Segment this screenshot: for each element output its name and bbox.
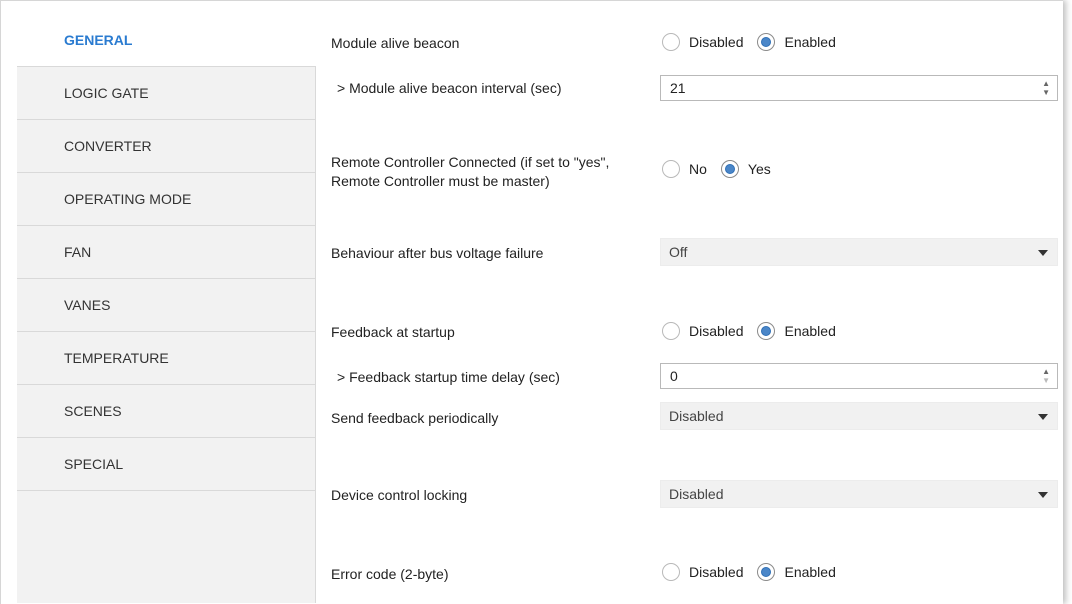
error-code-enabled-radio[interactable]: Enabled	[757, 563, 836, 581]
radio-unchecked-icon	[662, 33, 680, 51]
radio-checked-icon	[757, 322, 776, 340]
chevron-down-icon	[1038, 414, 1048, 420]
module-alive-beacon-interval-label: > Module alive beacon interval (sec)	[337, 80, 562, 96]
radio-checked-icon	[757, 563, 776, 581]
chevron-down-icon	[1038, 492, 1048, 498]
sidebar-item-label: VANES	[64, 297, 111, 313]
feedback-at-startup-disabled-radio[interactable]: Disabled	[662, 322, 743, 340]
radio-unchecked-icon	[662, 160, 680, 178]
feedback-at-startup-label: Feedback at startup	[331, 324, 455, 340]
sidebar-item-fan[interactable]: FAN	[17, 226, 315, 279]
module-alive-beacon-enabled-radio[interactable]: Enabled	[757, 33, 836, 51]
select-value: Disabled	[669, 486, 724, 502]
radio-label: Enabled	[784, 323, 836, 339]
module-alive-beacon-label: Module alive beacon	[331, 35, 460, 51]
caret-down-icon[interactable]: ▼	[1042, 376, 1050, 385]
sidebar-item-converter[interactable]: CONVERTER	[17, 120, 315, 173]
radio-checked-icon	[720, 160, 739, 178]
error-code-disabled-radio[interactable]: Disabled	[662, 563, 743, 581]
select-value: Off	[669, 244, 688, 260]
radio-unchecked-icon	[662, 322, 680, 340]
chevron-down-icon	[1038, 250, 1048, 256]
spin-value: 21	[670, 80, 686, 96]
radio-label: No	[689, 161, 707, 177]
remote-controller-yes-radio[interactable]: Yes	[720, 160, 771, 178]
select-value: Disabled	[669, 408, 724, 424]
radio-label: Disabled	[689, 323, 744, 339]
radio-label: Yes	[747, 161, 771, 177]
sidebar-item-label: FAN	[64, 244, 92, 260]
sidebar-item-label: GENERAL	[64, 32, 133, 48]
module-alive-beacon-disabled-radio[interactable]: Disabled	[662, 33, 743, 51]
spinner-arrows: ▲ ▼	[1042, 79, 1050, 97]
sidebar-item-label: SCENES	[64, 403, 122, 419]
send-feedback-periodically-label: Send feedback periodically	[331, 410, 499, 426]
sidebar-item-label: CONVERTER	[64, 138, 152, 154]
radio-label: Disabled	[689, 564, 744, 580]
spinner-arrows: ▲ ▼	[1042, 367, 1050, 385]
module-alive-beacon-interval-input[interactable]: 21 ▲ ▼	[660, 75, 1058, 101]
feedback-at-startup-enabled-radio[interactable]: Enabled	[757, 322, 836, 340]
device-control-locking-select[interactable]: Disabled	[660, 480, 1058, 508]
feedback-startup-delay-label: > Feedback startup time delay (sec)	[337, 369, 560, 385]
device-control-locking-label: Device control locking	[331, 487, 468, 503]
behaviour-bus-failure-label: Behaviour after bus voltage failure	[331, 245, 544, 261]
sidebar-nav: GENERAL LOGIC GATE CONVERTER OPERATING M…	[17, 14, 316, 603]
caret-up-icon[interactable]: ▲	[1042, 367, 1050, 376]
sidebar-item-operating-mode[interactable]: OPERATING MODE	[17, 173, 315, 226]
feedback-at-startup-radio-group: Disabled Enabled	[662, 322, 850, 340]
sidebar-item-vanes[interactable]: VANES	[17, 279, 315, 332]
radio-checked-icon	[757, 33, 776, 51]
module-alive-beacon-radio-group: Disabled Enabled	[662, 33, 850, 51]
sidebar-item-logic-gate[interactable]: LOGIC GATE	[17, 67, 315, 120]
sidebar-item-label: OPERATING MODE	[64, 191, 192, 207]
radio-unchecked-icon	[662, 563, 680, 581]
radio-label: Enabled	[784, 564, 836, 580]
radio-label: Enabled	[784, 34, 836, 50]
sidebar-item-label: LOGIC GATE	[64, 85, 149, 101]
caret-up-icon[interactable]: ▲	[1042, 79, 1050, 88]
feedback-startup-delay-input[interactable]: 0 ▲ ▼	[660, 363, 1058, 389]
sidebar-item-general[interactable]: GENERAL	[17, 14, 316, 67]
remote-controller-no-radio[interactable]: No	[662, 160, 707, 178]
sidebar-item-label: SPECIAL	[64, 456, 124, 472]
sidebar-item-temperature[interactable]: TEMPERATURE	[17, 332, 315, 385]
behaviour-bus-failure-select[interactable]: Off	[660, 238, 1058, 266]
sidebar-item-scenes[interactable]: SCENES	[17, 385, 315, 438]
error-code-label: Error code (2-byte)	[331, 566, 449, 582]
remote-controller-connected-label: Remote Controller Connected (if set to "…	[331, 153, 609, 191]
label-line-2: Remote Controller must be master)	[331, 173, 550, 189]
caret-down-icon[interactable]: ▼	[1042, 88, 1050, 97]
sidebar-item-label: TEMPERATURE	[64, 350, 169, 366]
sidebar-item-special[interactable]: SPECIAL	[17, 438, 315, 491]
error-code-radio-group: Disabled Enabled	[662, 563, 850, 581]
radio-label: Disabled	[689, 34, 744, 50]
label-line-1: Remote Controller Connected (if set to "…	[331, 154, 610, 170]
send-feedback-periodically-select[interactable]: Disabled	[660, 402, 1058, 430]
spin-value: 0	[670, 368, 678, 384]
remote-controller-connected-radio-group: No Yes	[662, 160, 785, 178]
